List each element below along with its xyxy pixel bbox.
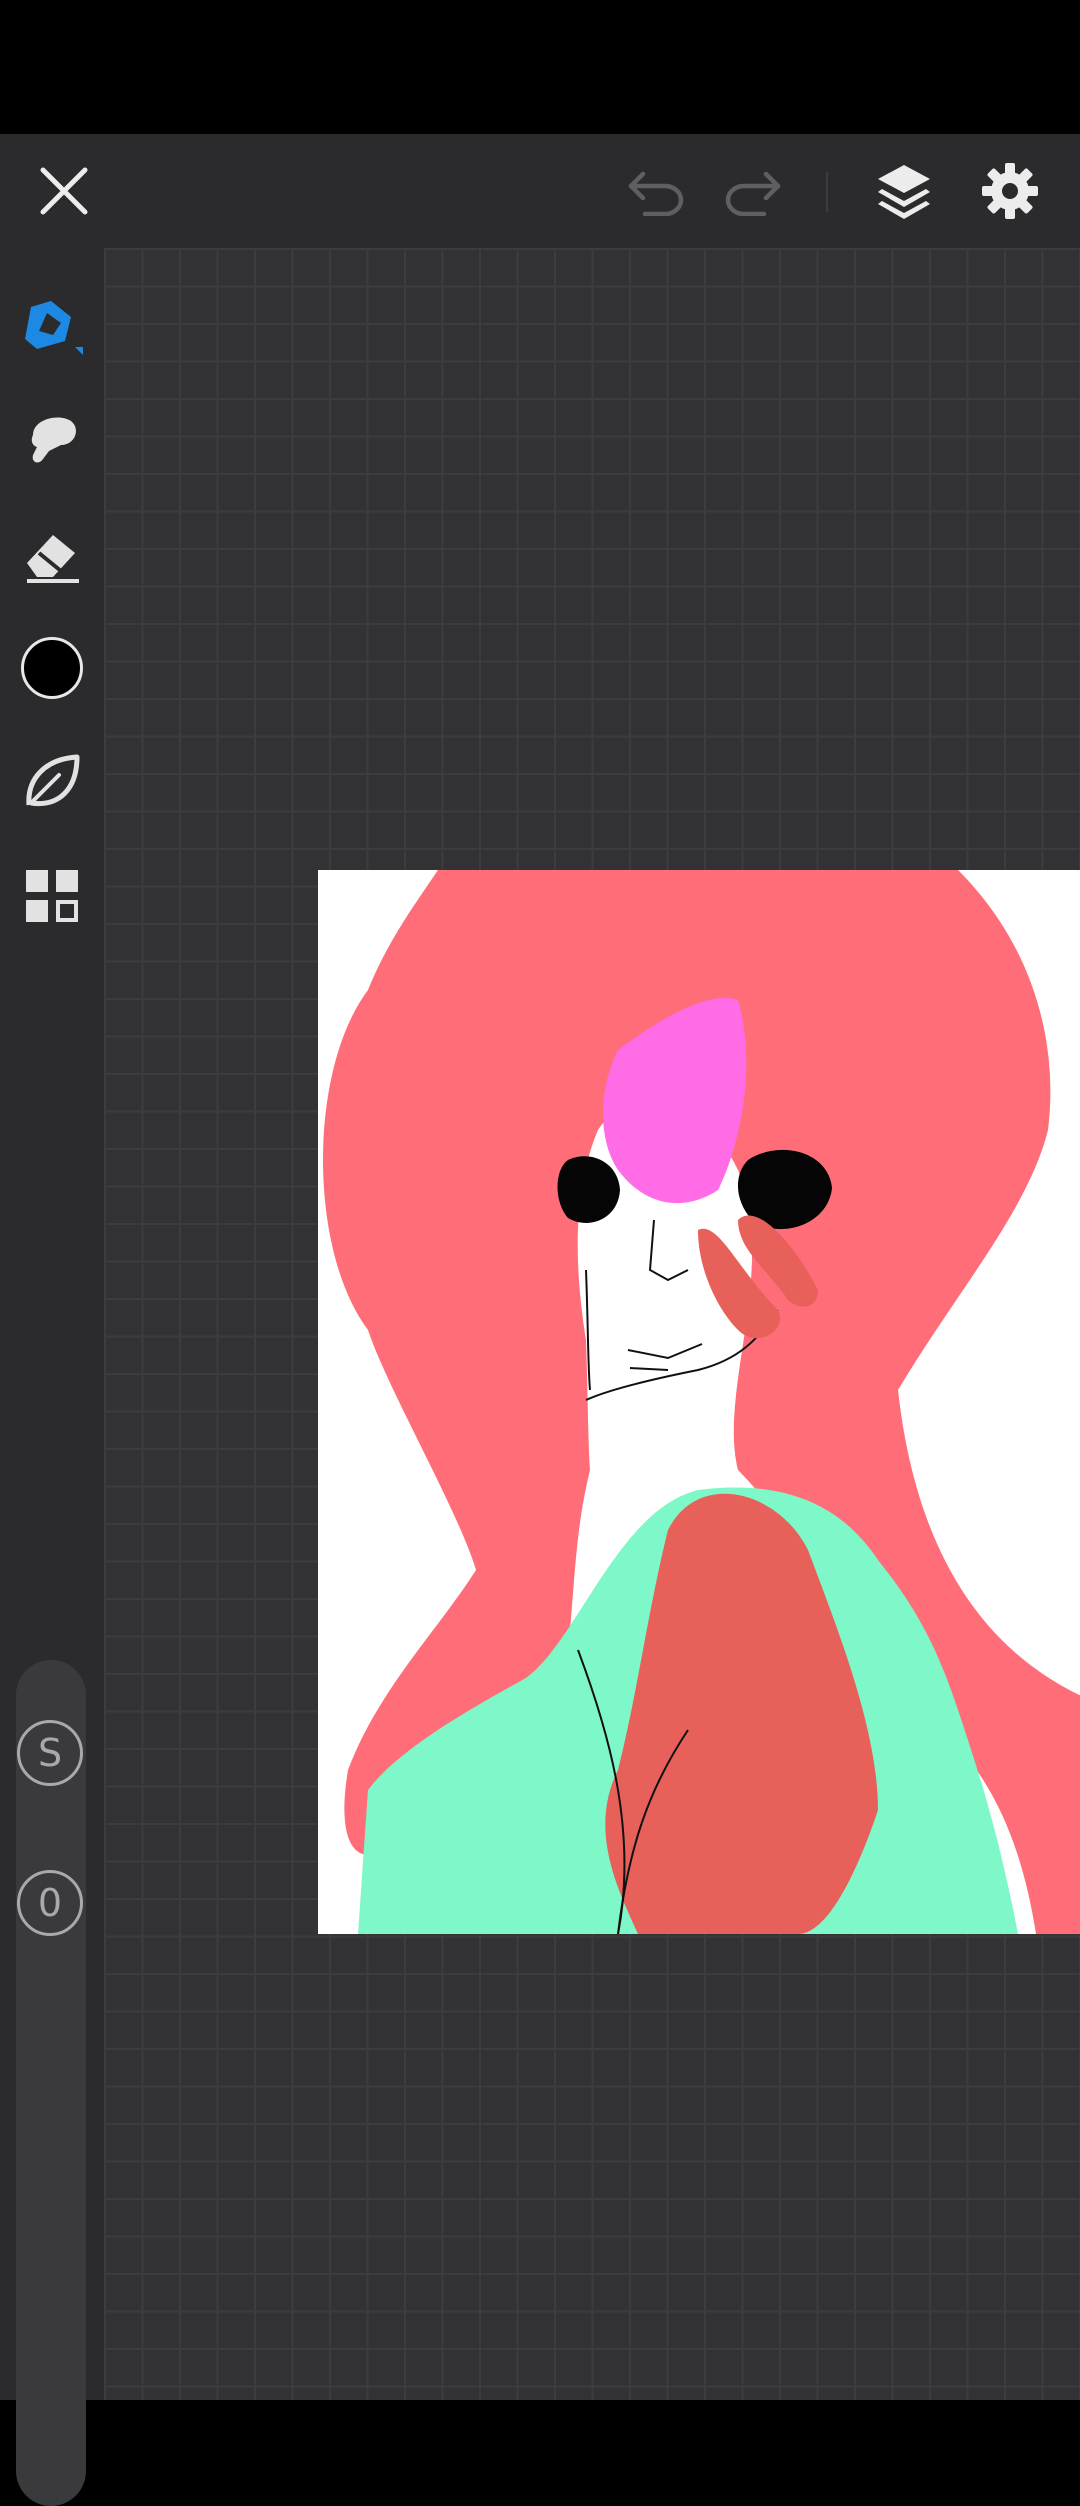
status-bar [0, 0, 1080, 134]
brush-size-button[interactable]: S [17, 1720, 83, 1786]
undo-icon [628, 171, 684, 216]
undo-button[interactable] [615, 134, 699, 248]
canvas-workspace[interactable] [104, 248, 1080, 2400]
pen-tool-button[interactable] [8, 282, 96, 370]
brush-slider-track[interactable] [16, 1660, 86, 2506]
color-swatch [21, 637, 83, 699]
layers-button[interactable] [862, 134, 946, 248]
smudge-icon [31, 417, 76, 463]
eraser-tool-button[interactable] [8, 510, 96, 598]
pen-tool-icon [25, 301, 83, 355]
leaf-icon [26, 754, 80, 807]
eraser-icon [27, 535, 79, 583]
artwork [323, 870, 1080, 1934]
close-icon [40, 167, 88, 215]
layers-icon [878, 165, 930, 219]
grid-icon [26, 870, 78, 922]
gear-icon [982, 163, 1038, 219]
toolbar-divider [826, 172, 828, 212]
brush-library-button[interactable] [8, 738, 96, 826]
color-picker-button[interactable] [8, 624, 96, 712]
close-button[interactable] [22, 134, 106, 248]
top-toolbar [0, 134, 1080, 248]
left-toolbar [0, 248, 104, 2506]
drawing-canvas[interactable] [318, 870, 1080, 1934]
settings-button[interactable] [968, 134, 1052, 248]
redo-icon [725, 171, 781, 216]
redo-button[interactable] [710, 134, 794, 248]
brush-opacity-button[interactable]: 0 [17, 1870, 83, 1936]
gallery-button[interactable] [8, 852, 96, 940]
smudge-tool-button[interactable] [8, 396, 96, 484]
